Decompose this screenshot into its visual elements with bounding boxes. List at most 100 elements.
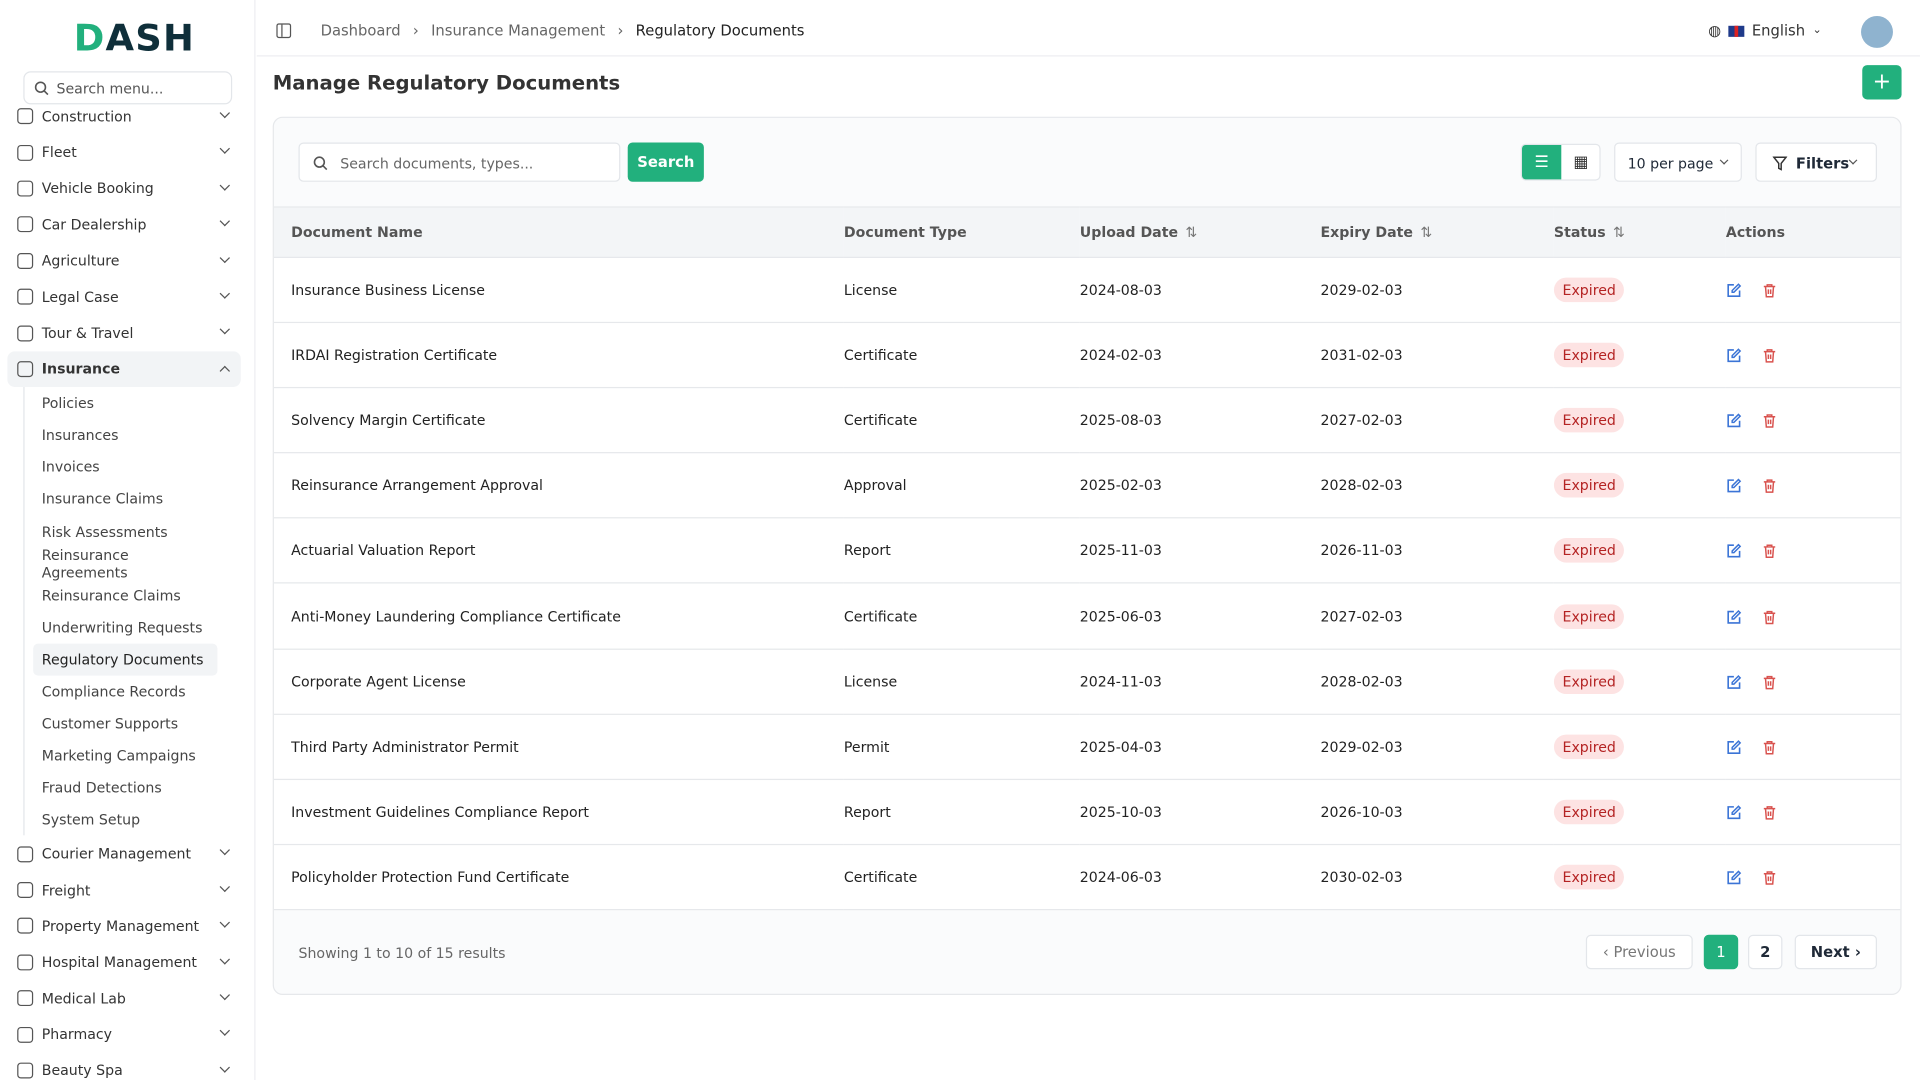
cell-document-name: Insurance Business License xyxy=(273,257,844,324)
chevron-icon xyxy=(219,917,231,929)
trash-icon[interactable] xyxy=(1762,478,1778,494)
submenu-item-reinsurance-claims[interactable]: Reinsurance Claims xyxy=(33,579,217,611)
page-1-button[interactable]: 1 xyxy=(1703,934,1739,970)
trash-icon[interactable] xyxy=(1762,870,1778,886)
cell-upload-date: 2025-11-03 xyxy=(1079,518,1321,585)
edit-icon[interactable] xyxy=(1726,348,1742,364)
sidebar-item-fleet[interactable]: Fleet xyxy=(7,134,240,170)
table-row: Insurance Business License License 2024-08… xyxy=(273,257,1901,324)
submenu-item-risk-assessments[interactable]: Risk Assessments xyxy=(33,515,217,547)
edit-icon[interactable] xyxy=(1726,543,1742,559)
document-search-input[interactable]: Search documents, types... xyxy=(298,142,621,182)
cell-status: Expired xyxy=(1553,322,1726,389)
submenu-item-system-setup[interactable]: System Setup xyxy=(33,804,217,836)
sidebar-item-car-dealership[interactable]: Car Dealership xyxy=(7,207,240,243)
sidebar-item-construction[interactable]: Construction xyxy=(7,98,240,134)
col-actions: Actions xyxy=(1725,206,1901,258)
sidebar-item-tour-travel[interactable]: Tour & Travel xyxy=(7,315,240,351)
sidebar-item-label: Freight xyxy=(41,881,91,899)
breadcrumb-insurance-management[interactable]: Insurance Management xyxy=(431,22,605,39)
sort-icon[interactable]: ⇅ xyxy=(1185,224,1197,241)
trash-icon[interactable] xyxy=(1762,674,1778,690)
submenu-item-insurances[interactable]: Insurances xyxy=(33,419,217,451)
grid-view-icon[interactable]: ▦ xyxy=(1561,145,1599,179)
add-document-button[interactable]: + xyxy=(1862,65,1902,100)
cell-document-type: License xyxy=(843,648,1080,715)
sidebar-item-agriculture[interactable]: Agriculture xyxy=(7,243,240,279)
chevron-icon xyxy=(219,953,231,965)
trash-icon[interactable] xyxy=(1762,609,1778,625)
chevron-icon xyxy=(219,288,231,299)
menu-icon xyxy=(17,990,34,1007)
breadcrumb: Dashboard › Insurance Management › Regulat… xyxy=(321,22,805,39)
submenu-item-compliance-records[interactable]: Compliance Records xyxy=(33,676,217,708)
breadcrumb-dashboard[interactable]: Dashboard xyxy=(321,22,401,39)
per-page-select[interactable]: 10 per page xyxy=(1614,142,1742,182)
col-upload-date[interactable]: Upload Date ⇅ xyxy=(1079,206,1321,258)
sidebar-item-beauty-spa[interactable]: Beauty Spa xyxy=(7,1052,240,1080)
sidebar-toggle-icon[interactable] xyxy=(276,23,292,39)
menu-icon xyxy=(17,1026,34,1043)
list-view-icon[interactable]: ☰ xyxy=(1521,144,1562,180)
submenu-item-underwriting-requests[interactable]: Underwriting Requests xyxy=(33,611,217,643)
submenu-item-invoices[interactable]: Invoices xyxy=(33,451,217,483)
cell-expiry-date: 2028-02-03 xyxy=(1320,453,1554,519)
filters-button[interactable]: Filters xyxy=(1755,142,1877,182)
sidebar-item-label: Vehicle Booking xyxy=(41,179,154,198)
trash-icon[interactable] xyxy=(1762,804,1778,820)
sort-icon[interactable]: ⇅ xyxy=(1613,224,1625,241)
menu-icon xyxy=(17,1062,34,1079)
language-selector[interactable]: ◍ English ⌄ xyxy=(1708,22,1821,39)
cell-actions xyxy=(1725,713,1901,780)
submenu-item-fraud-detections[interactable]: Fraud Detections xyxy=(33,772,217,804)
sidebar-item-courier-management[interactable]: Courier Management xyxy=(7,836,240,872)
edit-icon[interactable] xyxy=(1726,413,1742,429)
table-row: Investment Guidelines Compliance Report R… xyxy=(273,779,1901,845)
chevron-down-icon xyxy=(1719,155,1729,165)
col-status[interactable]: Status ⇅ xyxy=(1553,206,1726,258)
sidebar-item-label: Pharmacy xyxy=(41,1025,113,1044)
sidebar-item-hospital-management[interactable]: Hospital Management xyxy=(7,944,240,980)
submenu-item-reinsurance-agreements[interactable]: Reinsurance Agreements xyxy=(33,546,217,580)
edit-icon[interactable] xyxy=(1726,804,1742,820)
edit-icon[interactable] xyxy=(1726,674,1742,690)
submenu-item-marketing-campaigns[interactable]: Marketing Campaigns xyxy=(33,740,217,772)
documents-card: Search documents, types... Search ☰ ▦ 10… xyxy=(272,116,1902,996)
search-button[interactable]: Search xyxy=(627,142,704,182)
sort-icon[interactable]: ⇅ xyxy=(1420,224,1432,241)
sidebar-item-legal-case[interactable]: Legal Case xyxy=(7,279,240,315)
menu-icon xyxy=(17,845,34,862)
edit-icon[interactable] xyxy=(1726,870,1742,886)
cell-document-name: IRDAI Registration Certificate xyxy=(273,322,844,389)
sidebar-item-pharmacy[interactable]: Pharmacy xyxy=(7,1016,240,1052)
edit-icon[interactable] xyxy=(1726,283,1742,299)
trash-icon[interactable] xyxy=(1762,739,1778,755)
submenu-item-regulatory-documents[interactable]: Regulatory Documents xyxy=(33,643,218,676)
edit-icon[interactable] xyxy=(1726,739,1742,755)
sidebar-item-insurance[interactable]: Insurance xyxy=(7,350,241,388)
sidebar-item-freight[interactable]: Freight xyxy=(7,872,240,908)
trash-icon[interactable] xyxy=(1762,283,1778,299)
previous-page-button[interactable]: ‹ Previous xyxy=(1585,934,1693,970)
cell-actions xyxy=(1725,387,1901,454)
submenu-item-customer-supports[interactable]: Customer Supports xyxy=(33,708,217,740)
sidebar-item-property-management[interactable]: Property Management xyxy=(7,908,240,944)
trash-icon[interactable] xyxy=(1762,543,1778,559)
next-page-button[interactable]: Next › xyxy=(1794,934,1877,970)
edit-icon[interactable] xyxy=(1726,609,1742,625)
col-expiry-date[interactable]: Expiry Date ⇅ xyxy=(1320,206,1554,258)
sidebar-item-medical-lab[interactable]: Medical Lab xyxy=(7,980,240,1016)
edit-icon[interactable] xyxy=(1726,478,1742,494)
sidebar-item-label: Medical Lab xyxy=(41,989,126,1007)
page-2-button[interactable]: 2 xyxy=(1748,934,1783,970)
submenu-item-policies[interactable]: Policies xyxy=(33,387,217,419)
cell-document-type: Permit xyxy=(843,713,1080,780)
sidebar-item-vehicle-booking[interactable]: Vehicle Booking xyxy=(7,170,240,206)
chevron-right-icon: › xyxy=(617,22,624,40)
trash-icon[interactable] xyxy=(1762,348,1778,364)
table-row: Actuarial Valuation Report Report 2025-11-… xyxy=(273,518,1901,585)
trash-icon[interactable] xyxy=(1762,413,1778,429)
submenu-item-insurance-claims[interactable]: Insurance Claims xyxy=(33,483,217,515)
avatar[interactable] xyxy=(1861,15,1893,48)
cell-upload-date: 2025-06-03 xyxy=(1079,583,1321,650)
